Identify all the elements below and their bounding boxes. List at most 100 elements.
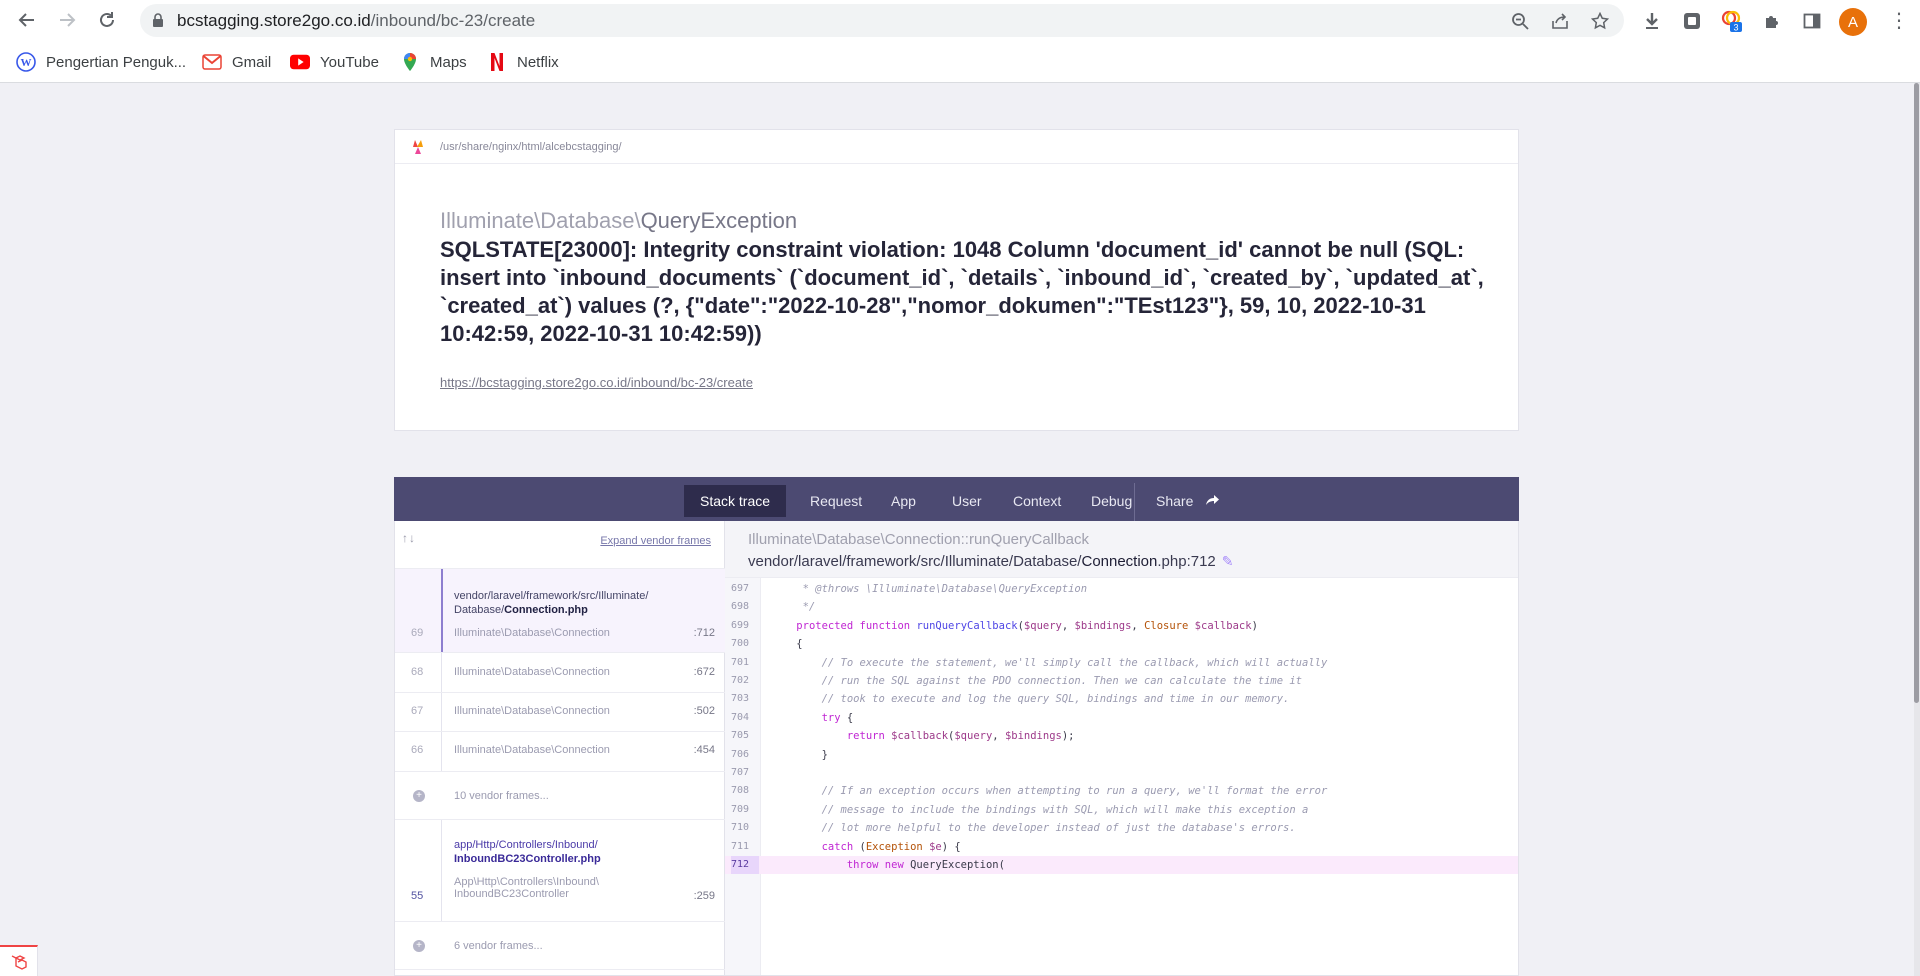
bookmark-gmail[interactable]: Gmail: [202, 50, 271, 74]
frame-line: :502: [693, 705, 715, 717]
frame-method: Illuminate\Database\Connection::runQuery…: [748, 531, 1090, 548]
code-line: 709 // message to include the bindings w…: [725, 801, 1518, 819]
line-number: 707: [731, 767, 750, 778]
code-text: // took to execute and log the query SQL…: [771, 693, 1290, 706]
frame-class: Illuminate\Database\Connection: [454, 627, 610, 639]
frame-item[interactable]: vendor/laravel/framework/src/Illuminate/…: [395, 569, 725, 653]
code-header: Illuminate\Database\Connection::runQuery…: [725, 521, 1518, 578]
bookmarks-bar: W Pengertian Penguk... Gmail YouTube Map…: [0, 41, 1920, 83]
frame-nav-arrows-icon[interactable]: ↑↓: [402, 531, 416, 545]
code-text: protected function runQueryCallback($que…: [796, 619, 1258, 632]
address-bar[interactable]: bcstagging.store2go.co.id/inbound/bc-23/…: [140, 4, 1624, 37]
tab-context[interactable]: Context: [997, 485, 1077, 517]
expand-plus-icon: +: [413, 940, 425, 952]
vendor-frames-group[interactable]: + 6 vendor frames...: [395, 922, 725, 970]
bookmark-youtube[interactable]: YouTube: [290, 50, 379, 74]
code-text: return $callback($query, $bindings);: [846, 730, 1075, 743]
tab-request[interactable]: Request: [794, 485, 878, 517]
frame-file: vendor/laravel/framework/src/Illuminate/…: [454, 590, 649, 616]
stack-trace-panel: ↑↓ Expand vendor frames vendor/laravel/f…: [394, 521, 1519, 976]
tab-divider: [1134, 483, 1135, 521]
frames-header: ↑↓ Expand vendor frames: [395, 521, 725, 569]
reload-icon[interactable]: [93, 6, 121, 34]
tab-share[interactable]: Share: [1140, 485, 1235, 517]
code-line: 710 // lot more helpful to the developer…: [725, 819, 1518, 837]
vendor-frames-group[interactable]: + 10 vendor frames...: [395, 772, 725, 820]
back-icon[interactable]: [13, 6, 41, 34]
code-line: 712 throw new QueryException(: [725, 856, 1518, 874]
code-text: try {: [821, 711, 854, 724]
code-line: 708 // If an exception occurs when attem…: [725, 782, 1518, 800]
share-page-icon[interactable]: [1548, 9, 1572, 33]
line-number: 709: [731, 803, 750, 815]
laravel-logo-icon[interactable]: [0, 945, 38, 976]
edit-pencil-icon[interactable]: ✎: [1222, 553, 1234, 569]
request-url-link[interactable]: https://bcstagging.store2go.co.id/inboun…: [440, 375, 753, 390]
code-line: 701 // To execute the statement, we'll s…: [725, 654, 1518, 672]
code-text: // run the SQL against the PDO connectio…: [771, 675, 1303, 687]
ignition-tab-bar: Stack trace Request App User Context Deb…: [394, 477, 1519, 521]
frame-line: :259: [693, 890, 715, 902]
frame-class: Illuminate\Database\Connection: [454, 744, 610, 756]
frame-line: :672: [693, 666, 715, 678]
extension-icon[interactable]: [1679, 8, 1705, 34]
code-line: 704 try {: [725, 709, 1518, 727]
tab-user[interactable]: User: [936, 485, 998, 517]
avatar[interactable]: A: [1839, 8, 1867, 36]
gmail-icon: [202, 52, 222, 72]
frame-item[interactable]: 67 Illuminate\Database\Connection :502: [395, 693, 725, 732]
line-number: 701: [731, 656, 750, 668]
youtube-icon: [290, 52, 310, 72]
frame-class: Illuminate\Database\Connection: [454, 666, 610, 678]
bookmark-star-icon[interactable]: [1588, 9, 1612, 33]
tab-stack-trace[interactable]: Stack trace: [684, 485, 787, 517]
zoom-icon[interactable]: [1508, 9, 1532, 33]
frames-list: ↑↓ Expand vendor frames vendor/laravel/f…: [395, 521, 725, 975]
code-text: */: [771, 601, 816, 614]
line-number: 702: [731, 675, 750, 686]
code-line: 699 protected function runQueryCallback(…: [725, 617, 1518, 635]
frame-item[interactable]: 66 Illuminate\Database\Connection :454: [395, 732, 725, 772]
sync-extension-icon[interactable]: 3: [1719, 8, 1745, 34]
app-path-bar: /usr/share/nginx/html/alcebcstagging/: [395, 130, 1518, 164]
tab-app[interactable]: App: [875, 485, 932, 517]
code-text: // lot more helpful to the developer ins…: [771, 822, 1296, 835]
side-panel-icon[interactable]: [1799, 8, 1825, 34]
line-number: 697: [731, 583, 750, 594]
exception-message: SQLSTATE[23000]: Integrity constraint vi…: [440, 237, 1484, 346]
browser-toolbar: bcstagging.store2go.co.id/inbound/bc-23/…: [0, 0, 1920, 41]
line-number: 711: [731, 840, 750, 852]
expand-vendor-frames-button[interactable]: Expand vendor frames: [600, 535, 711, 547]
frame-line: :454: [693, 744, 715, 756]
bookmark-wordpress[interactable]: W Pengertian Penguk...: [16, 50, 186, 74]
frame-item-app[interactable]: app/Http/Controllers/Inbound/InboundBC23…: [395, 820, 725, 922]
line-number: 710: [731, 822, 750, 834]
code-text: * @throws \Illuminate\Database\QueryExce…: [771, 583, 1088, 595]
line-number: 705: [731, 730, 750, 742]
bookmark-netflix[interactable]: Netflix: [487, 50, 559, 74]
code-panel: Illuminate\Database\Connection::runQuery…: [725, 521, 1518, 975]
code-line: 705 return $callback($query, $bindings);: [725, 727, 1518, 745]
menu-icon[interactable]: ⋮: [1889, 8, 1909, 34]
code-line: 707: [725, 764, 1518, 782]
puzzle-icon[interactable]: [1759, 8, 1785, 34]
frame-number: 67: [411, 705, 424, 717]
line-number: 712: [731, 856, 759, 874]
exception-card: /usr/share/nginx/html/alcebcstagging/ Il…: [394, 129, 1519, 431]
netflix-icon: [487, 52, 507, 72]
svg-text:W: W: [21, 57, 32, 69]
frame-file: app/Http/Controllers/Inbound/InboundBC23…: [454, 839, 601, 865]
forward-icon[interactable]: [53, 6, 81, 34]
scrollbar-thumb[interactable]: [1914, 83, 1919, 703]
page-scrollbar[interactable]: [1914, 83, 1920, 976]
line-number: 699: [731, 619, 750, 631]
bookmark-maps[interactable]: Maps: [400, 50, 467, 74]
tab-debug[interactable]: Debug: [1075, 485, 1148, 517]
frame-item[interactable]: 68 Illuminate\Database\Connection :672: [395, 653, 725, 693]
page-viewport: /usr/share/nginx/html/alcebcstagging/ Il…: [0, 83, 1920, 976]
code-text: // To execute the statement, we'll simpl…: [771, 656, 1328, 669]
frame-class: App\Http\Controllers\Inbound\ InboundBC23…: [454, 876, 599, 900]
code-line: 700 {: [725, 635, 1518, 653]
download-icon[interactable]: [1639, 8, 1665, 34]
code-line: 703 // took to execute and log the query…: [725, 690, 1518, 708]
